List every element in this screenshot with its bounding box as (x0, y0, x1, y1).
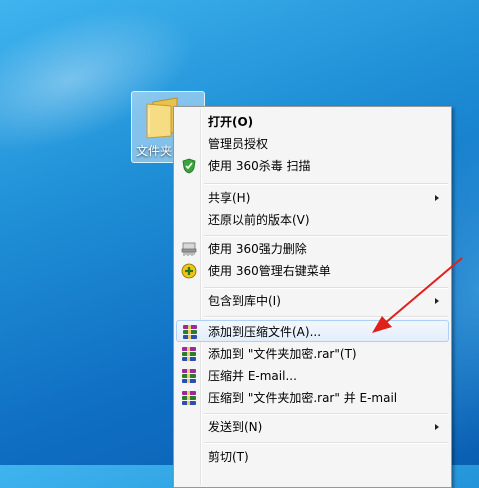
menu-item-360-force-delete[interactable]: 使用 360强力删除 (176, 238, 449, 260)
context-menu: 打开(O) 管理员授权 使用 360杀毒 扫描 共享(H) 还原以前的版本(V)… (173, 106, 452, 488)
menu-item-label: 使用 360强力删除 (208, 242, 307, 256)
menu-item-admin-authorize[interactable]: 管理员授权 (176, 133, 449, 155)
360-menu-manager-icon (181, 263, 197, 279)
360-shredder-icon (181, 242, 197, 256)
menu-item-label: 使用 360杀毒 扫描 (208, 159, 311, 173)
menu-separator (204, 413, 448, 415)
menu-item-add-to-rar[interactable]: 添加到 "文件夹加密.rar"(T) (176, 343, 449, 365)
menu-item-include-in-library[interactable]: 包含到库中(I) (176, 290, 449, 312)
menu-item-label: 使用 360管理右键菜单 (208, 264, 331, 278)
menu-item-label: 共享(H) (208, 191, 251, 205)
winrar-icon (181, 390, 197, 406)
menu-separator (204, 316, 448, 318)
menu-item-label: 添加到压缩文件(A)... (208, 325, 322, 339)
menu-separator (204, 442, 448, 444)
menu-item-restore-versions[interactable]: 还原以前的版本(V) (176, 209, 449, 231)
menu-item-label: 打开(O) (208, 115, 254, 129)
menu-item-send-to[interactable]: 发送到(N) (176, 416, 449, 438)
winrar-icon (181, 346, 197, 362)
menu-item-label: 发送到(N) (208, 420, 263, 434)
menu-item-share[interactable]: 共享(H) (176, 187, 449, 209)
submenu-arrow-icon (435, 195, 439, 201)
menu-item-compress-to-rar-email[interactable]: 压缩到 "文件夹加密.rar" 并 E-mail (176, 387, 449, 409)
360-shield-icon (182, 158, 196, 174)
menu-item-open[interactable]: 打开(O) (176, 111, 449, 133)
menu-item-360-scan[interactable]: 使用 360杀毒 扫描 (176, 155, 449, 177)
menu-separator (204, 183, 448, 185)
menu-item-label: 添加到 "文件夹加密.rar"(T) (208, 347, 357, 361)
winrar-icon (181, 368, 197, 384)
menu-item-label: 压缩到 "文件夹加密.rar" 并 E-mail (208, 391, 398, 405)
menu-item-360-menu-manager[interactable]: 使用 360管理右键菜单 (176, 260, 449, 282)
menu-item-label: 包含到库中(I) (208, 294, 281, 308)
winrar-icon (182, 324, 198, 340)
menu-separator (204, 235, 448, 237)
menu-item-compress-email[interactable]: 压缩并 E-mail... (176, 365, 449, 387)
menu-item-label: 管理员授权 (208, 137, 269, 151)
menu-item-label: 压缩并 E-mail... (208, 369, 297, 383)
menu-separator (204, 287, 448, 289)
submenu-arrow-icon (435, 298, 439, 304)
submenu-arrow-icon (435, 424, 439, 430)
menu-item-label: 还原以前的版本(V) (208, 213, 310, 227)
menu-item-add-to-archive[interactable]: 添加到压缩文件(A)... (176, 320, 449, 342)
